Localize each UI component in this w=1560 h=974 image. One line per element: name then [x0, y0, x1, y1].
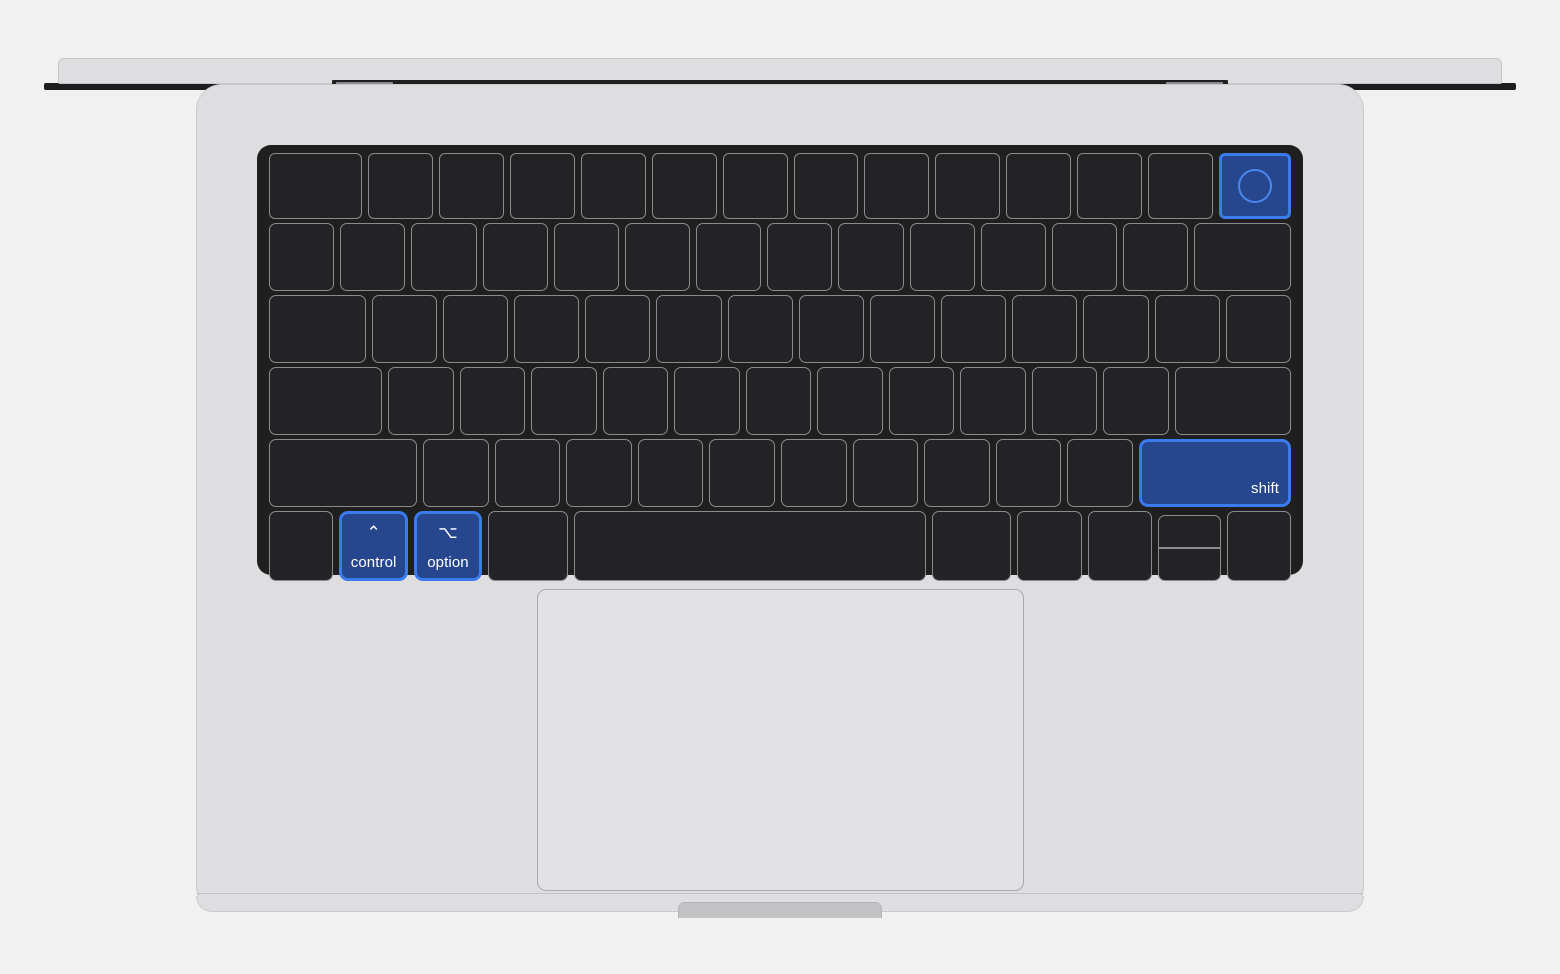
- key-shift-right[interactable]: shift: [1138, 439, 1291, 507]
- key-symbol-control: ⌃: [366, 523, 381, 542]
- key-shift-left[interactable]: [269, 439, 418, 507]
- key-key-k[interactable]: [888, 367, 955, 435]
- key-delete[interactable]: [1194, 223, 1291, 291]
- key-key-q[interactable]: [371, 295, 437, 363]
- key-digit-8[interactable]: [838, 223, 904, 291]
- key-key-l[interactable]: [960, 367, 1026, 435]
- key-f4[interactable]: [580, 153, 646, 219]
- key-f5[interactable]: [651, 153, 717, 219]
- key-bracket-right[interactable]: [1154, 295, 1220, 363]
- key-comma[interactable]: [924, 439, 990, 507]
- key-arrow-left[interactable]: [1087, 511, 1153, 581]
- key-arrow-down[interactable]: [1158, 548, 1221, 581]
- key-label-control: control: [350, 554, 397, 571]
- key-touch-id[interactable]: [1218, 153, 1291, 219]
- key-command-left[interactable]: [488, 511, 569, 581]
- key-key-j[interactable]: [817, 367, 883, 435]
- key-option-right[interactable]: [1017, 511, 1082, 581]
- keyboard-row-shift-row: shift: [266, 439, 1294, 507]
- key-bracket-left[interactable]: [1083, 295, 1149, 363]
- key-key-d[interactable]: [531, 367, 597, 435]
- key-semicolon[interactable]: [1031, 367, 1098, 435]
- lid-latch-notch: [678, 902, 882, 918]
- key-key-s[interactable]: [459, 367, 526, 435]
- key-key-n[interactable]: [781, 439, 847, 507]
- keyboard-row-function-row: [266, 153, 1294, 219]
- key-period[interactable]: [995, 439, 1062, 507]
- key-option-left[interactable]: ⌥ option: [413, 511, 483, 581]
- key-digit-1[interactable]: [340, 223, 406, 291]
- keyboard: shift ⌃ control ⌥ option: [257, 145, 1303, 581]
- key-key-o[interactable]: [941, 295, 1007, 363]
- key-f3[interactable]: [509, 153, 575, 219]
- arrow-up-down-cluster: [1158, 511, 1221, 581]
- key-key-y[interactable]: [727, 295, 793, 363]
- key-f9[interactable]: [935, 153, 1001, 219]
- key-caps-lock[interactable]: [269, 367, 383, 435]
- key-quote[interactable]: [1103, 367, 1169, 435]
- key-key-g[interactable]: [674, 367, 740, 435]
- key-symbol-option-left: ⌥: [438, 523, 458, 542]
- key-key-m[interactable]: [852, 439, 919, 507]
- key-slash[interactable]: [1067, 439, 1133, 507]
- key-fn[interactable]: [269, 511, 334, 581]
- key-f1[interactable]: [368, 153, 434, 219]
- key-key-f[interactable]: [602, 367, 669, 435]
- key-key-b[interactable]: [709, 439, 775, 507]
- key-digit-3[interactable]: [482, 223, 548, 291]
- key-arrow-right[interactable]: [1226, 511, 1292, 581]
- key-f12[interactable]: [1148, 153, 1213, 219]
- trackpad[interactable]: [537, 589, 1024, 891]
- keyboard-row-tab-row: [266, 295, 1294, 363]
- key-key-t[interactable]: [656, 295, 722, 363]
- key-control[interactable]: ⌃ control: [339, 511, 408, 581]
- key-return[interactable]: [1174, 367, 1291, 435]
- key-digit-7[interactable]: [767, 223, 833, 291]
- key-key-r[interactable]: [585, 295, 651, 363]
- key-label-shift-right: shift: [1250, 480, 1279, 497]
- key-f7[interactable]: [793, 153, 859, 219]
- key-digit-6[interactable]: [696, 223, 762, 291]
- key-digit-0[interactable]: [980, 223, 1046, 291]
- key-f11[interactable]: [1077, 153, 1142, 219]
- key-key-h[interactable]: [745, 367, 812, 435]
- key-digit-9[interactable]: [909, 223, 975, 291]
- key-backslash[interactable]: [1225, 295, 1291, 363]
- keyboard-row-number-row: [266, 223, 1294, 291]
- key-command-right[interactable]: [931, 511, 1012, 581]
- macbook-illustration: shift ⌃ control ⌥ option: [0, 0, 1560, 974]
- key-key-v[interactable]: [637, 439, 704, 507]
- key-space[interactable]: [574, 511, 926, 581]
- key-f10[interactable]: [1006, 153, 1072, 219]
- key-key-c[interactable]: [566, 439, 632, 507]
- key-key-w[interactable]: [442, 295, 509, 363]
- key-f6[interactable]: [722, 153, 788, 219]
- key-key-p[interactable]: [1012, 295, 1078, 363]
- key-arrow-up[interactable]: [1158, 515, 1221, 548]
- key-key-x[interactable]: [494, 439, 561, 507]
- key-digit-5[interactable]: [624, 223, 691, 291]
- key-key-a[interactable]: [388, 367, 454, 435]
- key-grave[interactable]: [269, 223, 335, 291]
- base-divider: [197, 893, 1363, 894]
- key-label-option-left: option: [427, 554, 469, 571]
- keyboard-row-bottom-row: ⌃ control ⌥ option: [266, 511, 1294, 581]
- touch-id-icon: [1237, 169, 1272, 203]
- key-key-u[interactable]: [798, 295, 864, 363]
- key-tab[interactable]: [269, 295, 366, 363]
- key-f8[interactable]: [864, 153, 930, 219]
- keyboard-row-home-row: [266, 367, 1294, 435]
- key-key-i[interactable]: [869, 295, 936, 363]
- key-key-z[interactable]: [423, 439, 489, 507]
- key-f2[interactable]: [439, 153, 504, 219]
- key-minus[interactable]: [1051, 223, 1118, 291]
- key-key-e[interactable]: [514, 295, 580, 363]
- key-equal[interactable]: [1123, 223, 1189, 291]
- key-digit-2[interactable]: [411, 223, 477, 291]
- key-esc[interactable]: [269, 153, 363, 219]
- key-digit-4[interactable]: [553, 223, 619, 291]
